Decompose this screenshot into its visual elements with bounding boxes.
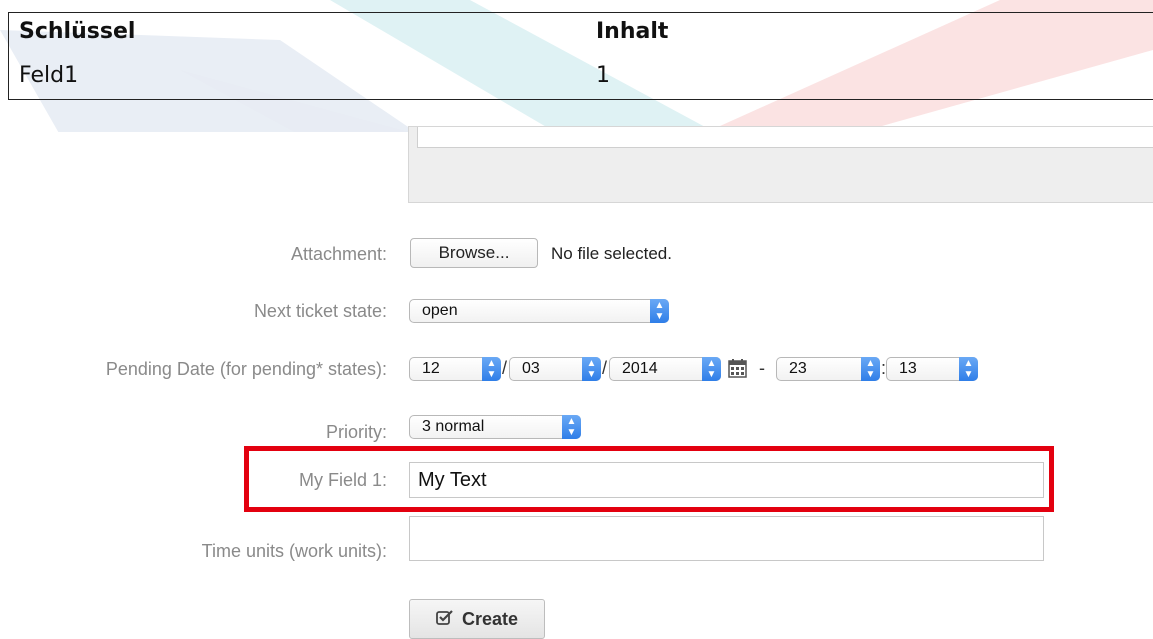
select-arrows-icon: ▲ ▼ [562,415,581,439]
pending-hour-value: 23 [789,360,807,377]
select-arrows-icon: ▲ ▼ [482,357,501,381]
text-editor-content[interactable] [417,127,1153,148]
select-arrows-icon: ▲ ▼ [959,357,978,381]
cell-key: Feld1 [19,63,79,88]
browse-button[interactable]: Browse... [410,238,538,268]
time-dash: - [759,358,765,378]
time-units-label: Time units (work units): [201,541,387,561]
calendar-icon[interactable] [728,358,747,383]
select-arrows-icon: ▲ ▼ [702,357,721,381]
pending-month-select[interactable]: 03 ▲ ▼ [509,357,601,381]
attachment-label: Attachment: [290,244,387,264]
priority-select[interactable]: 3 normal ▲ ▼ [409,415,581,439]
date-separator: / [502,358,508,378]
file-status: No file selected. [551,244,672,263]
pending-minute-value: 13 [899,360,917,377]
checkbox-icon [436,609,454,630]
column-header-key: Schlüssel [19,19,136,44]
key-value-table: Schlüssel Inhalt Feld1 1 [8,12,1153,100]
pending-date-label: Pending Date (for pending* states): [105,359,387,379]
pending-month-value: 03 [522,360,540,377]
pending-minute-select[interactable]: 13 ▲ ▼ [886,357,978,381]
next-state-value: open [422,302,458,319]
date-separator: / [602,358,608,378]
pending-year-select[interactable]: 2014 ▲ ▼ [609,357,721,381]
next-state-select[interactable]: open ▲ ▼ [409,299,669,323]
create-label: Create [461,608,519,629]
select-arrows-icon: ▲ ▼ [861,357,880,381]
table-row: Feld1 1 [9,63,1153,103]
text-editor-area[interactable] [408,126,1153,203]
select-arrows-icon: ▲ ▼ [582,357,601,381]
ticket-form: Attachment: Browse... No file selected. … [0,126,1153,639]
pending-day-select[interactable]: 12 ▲ ▼ [409,357,501,381]
my-field-label: My Field 1: [298,470,387,490]
next-state-label: Next ticket state: [253,301,387,321]
my-field-input[interactable]: My Text [409,462,1044,498]
pending-year-value: 2014 [622,360,658,377]
time-units-input[interactable] [409,516,1044,561]
cell-value: 1 [596,63,610,88]
column-header-value: Inhalt [596,19,669,44]
priority-value: 3 normal [422,418,485,435]
priority-label: Priority: [325,422,387,442]
select-arrows-icon: ▲ ▼ [650,299,669,323]
create-button[interactable]: Create [409,599,545,639]
pending-hour-select[interactable]: 23 ▲ ▼ [776,357,880,381]
pending-day-value: 12 [422,360,440,377]
table-header-row: Schlüssel Inhalt [9,19,1153,59]
